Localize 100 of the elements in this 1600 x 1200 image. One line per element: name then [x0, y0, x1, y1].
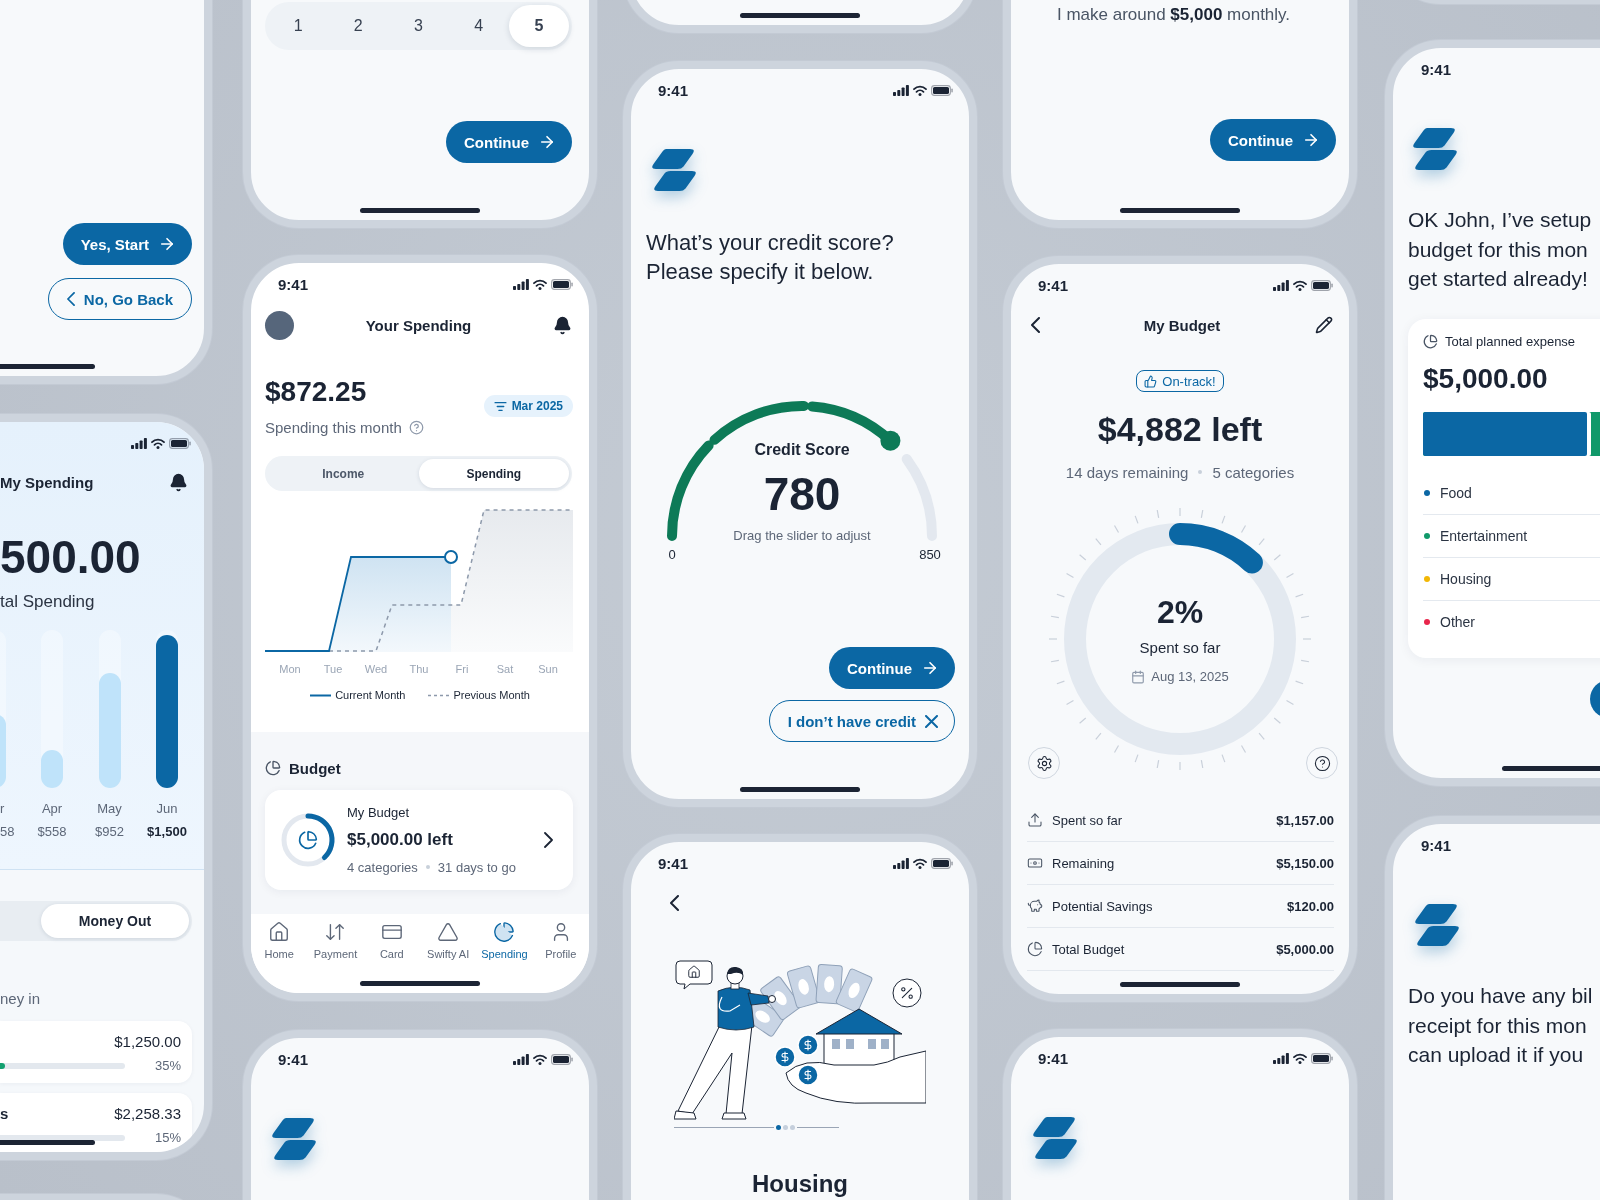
arrow-right-icon [921, 659, 939, 677]
nav-item[interactable]: Payment [313, 921, 358, 961]
row-label: Potential Savings [1052, 898, 1154, 914]
category-name: Other [1440, 614, 1475, 630]
spending-amount: $872.25 [265, 376, 367, 408]
screen-title: My Budget [1143, 316, 1221, 334]
upload-icon [1027, 812, 1043, 828]
assistant-message: OK John, I’ve setup budget for this mon get started already! [1408, 207, 1593, 292]
logo-icon [651, 148, 697, 192]
pie-chart-icon [493, 921, 516, 943]
month-filter[interactable]: Mar 2025 [483, 395, 573, 417]
category-amount: $2,258.33 [114, 1104, 181, 1122]
bell-icon[interactable] [553, 315, 572, 335]
budget-date: Aug 13, 2025 [1151, 669, 1229, 684]
help-icon[interactable] [408, 419, 424, 435]
spending-label: Spending this month [265, 418, 402, 436]
remaining-amount: $4,882 left [1097, 409, 1263, 449]
status-time: 9:41 [1038, 1049, 1069, 1067]
arrow-right-icon [538, 133, 556, 151]
tab[interactable]: Income [268, 459, 419, 488]
separator-dot-icon [1198, 470, 1203, 474]
continue-button[interactable]: Continue [1210, 119, 1336, 161]
day-label: Thu [409, 662, 429, 676]
logo-icon [1414, 903, 1460, 947]
spent-label: Spent so far [1139, 638, 1221, 657]
status-time: 9:41 [658, 81, 689, 99]
rating-option[interactable]: 3 [388, 5, 449, 47]
nav-item[interactable]: Spending [481, 921, 528, 961]
category-name: s [0, 1104, 9, 1122]
row-value: $5,150.00 [1276, 855, 1334, 871]
spent-percent: 2% [1156, 593, 1204, 630]
days-left: 31 days to go [437, 859, 516, 875]
section-label: ney in [0, 990, 41, 1008]
filter-icon [493, 399, 507, 413]
row-value: $5,000.00 [1276, 941, 1334, 957]
card-title: Total planned expense [1445, 334, 1576, 349]
rating-option[interactable]: 5 [508, 5, 569, 47]
budget-card[interactable]: My Budget $5,000.00 left 4 categories 31 days to go [265, 790, 573, 890]
chevron-left-icon [66, 292, 75, 306]
screen-title: My Spending [0, 473, 94, 491]
home-icon [268, 921, 291, 943]
legend-line-icon [310, 693, 332, 697]
row-label: Total Budget [1052, 941, 1126, 957]
section-heading: Budget [289, 759, 341, 777]
gauge-title: Credit Score [754, 440, 850, 460]
legend-dashed-line-icon [428, 693, 450, 697]
status-time: 9:41 [278, 275, 309, 293]
pie-chart-icon [265, 760, 281, 776]
credit-score-slider[interactable] [667, 401, 937, 541]
nav-item[interactable]: Home [264, 921, 294, 961]
credit-score-value: 780 [763, 470, 841, 518]
settings-button[interactable] [1028, 747, 1060, 779]
row-value: $120.00 [1287, 898, 1334, 914]
month-amount: 58 [0, 824, 15, 840]
status-time: 9:41 [278, 1050, 309, 1068]
month-label: r [0, 801, 5, 817]
logo-icon [271, 1117, 317, 1161]
pager-dot[interactable] [776, 1124, 781, 1130]
banknote-icon [1027, 855, 1043, 871]
category-percent: 15% [154, 1130, 181, 1146]
bell-icon[interactable] [169, 472, 188, 492]
assistant-message: Do you have any bil receipt for this mon can upload it if you [1408, 983, 1594, 1068]
arrow-right-icon [1302, 131, 1320, 149]
help-icon [1313, 754, 1331, 772]
screen-title: Your Spending [365, 316, 472, 334]
day-label: Wed [364, 662, 388, 676]
month-label: Apr [41, 801, 63, 817]
badge-label: On-track! [1162, 373, 1216, 389]
continue-button[interactable]: Continue [446, 121, 572, 163]
back-icon[interactable] [1031, 317, 1040, 333]
avatar [265, 310, 294, 340]
piggy-bank-icon [1027, 898, 1043, 914]
category-amount: $1,250.00 [114, 1032, 181, 1050]
rating-option[interactable]: 1 [268, 5, 329, 47]
slider-thumb[interactable] [880, 430, 901, 451]
pager-dot[interactable] [790, 1124, 795, 1130]
nav-item[interactable]: Swifty AI [427, 921, 470, 961]
budget-title: My Budget [347, 805, 410, 821]
back-icon[interactable] [670, 895, 679, 911]
month-label: May [97, 801, 122, 817]
category-percent: 35% [154, 1058, 181, 1074]
pager-dot[interactable] [783, 1124, 788, 1130]
tab[interactable]: Money Out [41, 904, 189, 938]
nav-item[interactable]: Profile [545, 921, 577, 961]
data-point-marker [444, 550, 458, 564]
month-amount: $952 [95, 824, 124, 840]
help-button[interactable] [1306, 747, 1338, 779]
legend-label: Current Month [335, 688, 406, 702]
rating-option[interactable]: 2 [328, 5, 389, 47]
logo-icon [1412, 127, 1458, 171]
nav-item[interactable]: Card [379, 921, 404, 961]
continue-button[interactable]: Continue [829, 647, 955, 689]
tab[interactable]: Spending [418, 459, 569, 488]
edit-icon[interactable] [1315, 316, 1333, 334]
start-button[interactable]: Yes, Start [62, 223, 192, 265]
pie-chart-icon [298, 830, 318, 850]
month-label: Jun [156, 801, 178, 817]
rating-option[interactable]: 4 [448, 5, 509, 47]
day-label: Fri [455, 662, 469, 676]
pie-chart-icon [1027, 941, 1043, 957]
